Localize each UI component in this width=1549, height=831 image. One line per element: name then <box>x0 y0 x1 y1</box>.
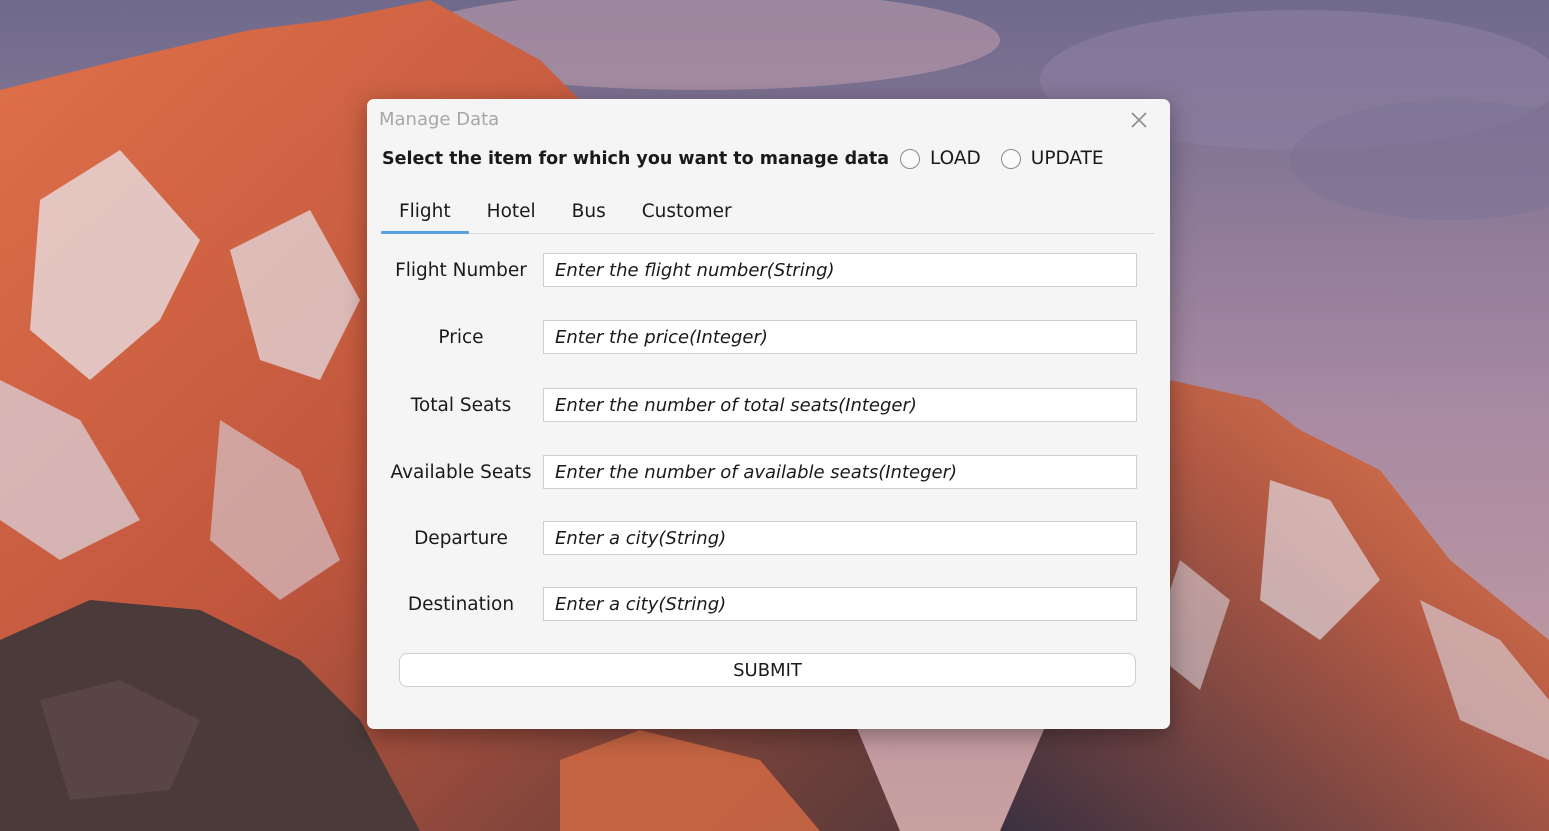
destination-label: Destination <box>407 594 515 615</box>
tab-customer[interactable]: Customer <box>624 195 750 233</box>
update-radio-circle[interactable] <box>1000 148 1021 169</box>
price-input[interactable] <box>543 320 1137 354</box>
update-radio[interactable]: UPDATE <box>1000 148 1104 169</box>
departure-label: Departure <box>414 528 508 549</box>
tab-flight[interactable]: Flight <box>381 195 469 234</box>
load-radio[interactable]: LOAD <box>900 148 981 169</box>
total-seats-label: Total Seats <box>410 395 512 416</box>
destination-input[interactable] <box>543 587 1137 621</box>
total-seats-input[interactable] <box>543 388 1137 422</box>
mode-radio-group: LOAD UPDATE <box>900 148 1124 169</box>
load-radio-label[interactable]: LOAD <box>930 148 981 169</box>
destination-row: Destination <box>382 587 1138 622</box>
departure-row: Departure <box>382 521 1138 556</box>
available-seats-label: Available Seats <box>390 462 532 483</box>
close-button[interactable] <box>1126 107 1152 133</box>
close-icon <box>1131 112 1147 128</box>
select-item-prompt: Select the item for which you want to ma… <box>382 149 890 169</box>
manage-data-dialog: Manage Data Select the item for which yo… <box>367 99 1170 729</box>
desktop-background: Manage Data Select the item for which yo… <box>0 0 1549 831</box>
flight-number-label: Flight Number <box>395 260 527 281</box>
total-seats-row: Total Seats <box>382 388 1138 423</box>
load-radio-circle[interactable] <box>900 148 920 169</box>
item-tabs: Flight Hotel Bus Customer <box>381 195 1155 234</box>
flight-number-row: Flight Number <box>382 253 1138 288</box>
price-label: Price <box>438 327 484 348</box>
update-radio-label[interactable]: UPDATE <box>1031 148 1104 169</box>
available-seats-row: Available Seats <box>382 455 1138 490</box>
window-title: Manage Data <box>379 109 500 130</box>
title-bar: Manage Data <box>367 99 1170 141</box>
price-row: Price <box>382 320 1138 355</box>
tab-hotel[interactable]: Hotel <box>469 195 554 233</box>
submit-button[interactable]: SUBMIT <box>399 653 1136 687</box>
tab-bus[interactable]: Bus <box>554 195 624 233</box>
flight-number-input[interactable] <box>543 253 1137 287</box>
departure-input[interactable] <box>543 521 1137 555</box>
available-seats-input[interactable] <box>543 455 1137 489</box>
